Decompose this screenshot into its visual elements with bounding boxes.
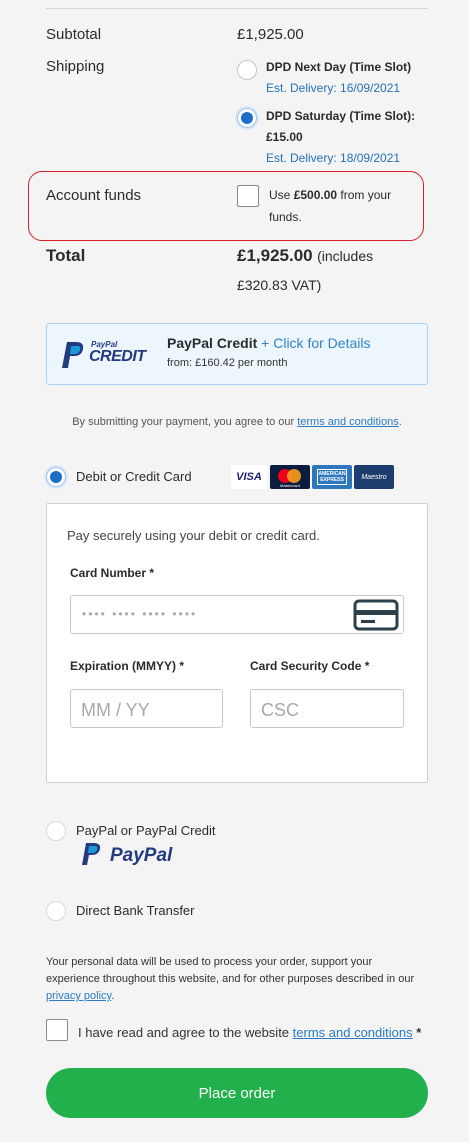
card-number-label: Card Number * <box>70 566 155 580</box>
bank-transfer-radio[interactable] <box>46 901 66 921</box>
csc-input[interactable]: CSC <box>250 689 404 728</box>
top-divider <box>46 8 428 9</box>
shipping-next-day-estimate: Est. Delivery: 16/09/2021 <box>266 81 401 95</box>
paypal-credit-from: from: £160.42 per month <box>167 357 288 369</box>
account-funds-text-line2: funds. <box>269 210 302 224</box>
total-vat: £320.83 VAT) <box>237 277 322 293</box>
subtotal-label: Subtotal <box>46 26 102 43</box>
paypal-logo-icon <box>82 843 101 865</box>
expiration-label: Expiration (MMYY) * <box>70 659 185 673</box>
shipping-saturday-price: £15.00 <box>266 130 303 144</box>
maestro-logo-icon: Maestro <box>354 465 394 489</box>
amex-logo-icon: AMERICAN EXPRESS <box>312 465 352 489</box>
bank-transfer-label: Direct Bank Transfer <box>76 903 195 918</box>
agree-terms-text: I have read and agree to the website ter… <box>78 1025 422 1040</box>
terms-notice-link[interactable]: terms and conditions <box>297 416 399 428</box>
visa-logo-icon: VISA <box>231 465 267 489</box>
account-funds-highlight <box>28 171 424 241</box>
privacy-notice: Your personal data will be used to proce… <box>46 956 415 1002</box>
card-number-input[interactable]: •••• •••• •••• •••• <box>70 595 404 634</box>
total-value-line: £1,925.00 (includes <box>237 246 373 266</box>
privacy-policy-link[interactable]: privacy policy <box>46 990 111 1002</box>
csc-placeholder: CSC <box>261 700 300 720</box>
paypal-credit-details-link[interactable]: + Click for Details <box>261 335 370 351</box>
account-funds-text: Use £500.00 from your <box>269 188 392 202</box>
paypal-credit-heading: PayPal Credit + Click for Details <box>167 335 371 351</box>
shipping-label: Shipping <box>46 58 105 75</box>
card-label: Debit or Credit Card <box>76 469 192 484</box>
card-form-intro: Pay securely using your debit or credit … <box>67 528 320 543</box>
shipping-saturday-radio[interactable] <box>237 108 257 128</box>
paypal-credit-banner[interactable]: PayPal CREDIT PayPal Credit + Click for … <box>46 323 428 385</box>
agree-terms-link[interactable]: terms and conditions <box>293 1025 413 1040</box>
paypal-credit-logo <box>61 341 87 374</box>
agree-terms-checkbox[interactable] <box>46 1019 68 1041</box>
csc-label: Card Security Code * <box>250 659 370 673</box>
total-label: Total <box>46 246 86 265</box>
subtotal-value: £1,925.00 <box>237 26 304 43</box>
total-vat-prefix: (includes <box>317 248 374 264</box>
expiration-placeholder: MM / YY <box>81 700 150 720</box>
place-order-button[interactable]: Place order <box>46 1068 428 1118</box>
paypal-wordmark: PayPal <box>110 845 173 866</box>
required-asterisk: * <box>416 1025 422 1040</box>
account-funds-checkbox[interactable] <box>237 185 259 207</box>
shipping-next-day-name: DPD Next Day (Time Slot) <box>266 60 412 74</box>
shipping-saturday-name: DPD Saturday (Time Slot): <box>266 109 416 123</box>
paypal-radio[interactable] <box>46 821 66 841</box>
paypal-label: PayPal or PayPal Credit <box>76 823 216 838</box>
shipping-saturday-estimate: Est. Delivery: 18/09/2021 <box>266 151 401 165</box>
paypal-credit-logo-bottom: CREDIT <box>89 348 146 365</box>
card-number-placeholder: •••• •••• •••• •••• <box>82 607 198 621</box>
expiration-input[interactable]: MM / YY <box>70 689 223 728</box>
card-form-panel: Pay securely using your debit or credit … <box>46 503 428 783</box>
credit-card-icon <box>353 599 399 631</box>
total-value: £1,925.00 <box>237 246 313 265</box>
paypal-p-icon <box>62 342 84 368</box>
card-radio[interactable] <box>46 467 66 487</box>
shipping-next-day-radio[interactable] <box>237 60 257 80</box>
account-funds-label: Account funds <box>46 187 142 204</box>
account-funds-amount: £500.00 <box>293 188 338 202</box>
terms-notice: By submitting your payment, you agree to… <box>72 416 402 428</box>
mastercard-logo-icon: Mastercard <box>270 465 310 489</box>
